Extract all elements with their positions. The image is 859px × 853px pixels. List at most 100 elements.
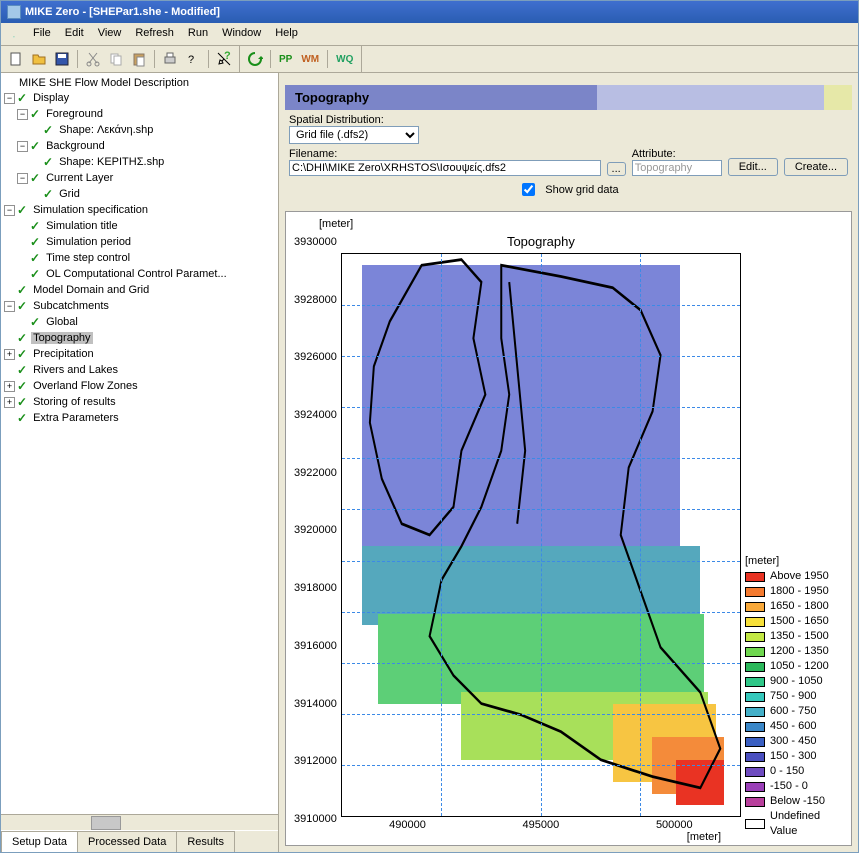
tree-global[interactable]: Global xyxy=(44,316,80,328)
svg-text:?: ? xyxy=(224,51,231,62)
tree-subcatch[interactable]: Subcatchments xyxy=(31,300,111,312)
paste-button[interactable] xyxy=(128,48,150,70)
tree-sim-title[interactable]: Simulation title xyxy=(44,220,120,232)
tree-background[interactable]: Background xyxy=(44,140,107,152)
refresh-icon[interactable] xyxy=(244,48,266,70)
edit-button[interactable]: Edit... xyxy=(728,158,778,176)
header-stripe-end xyxy=(824,85,852,110)
filename-label: Filename: xyxy=(289,148,337,160)
tree-topography[interactable]: Topography xyxy=(31,332,93,344)
legend-item: 750 - 900 xyxy=(745,689,849,704)
menu-help[interactable]: Help xyxy=(269,25,304,43)
tab-results[interactable]: Results xyxy=(176,831,235,852)
attribute-label: Attribute: xyxy=(632,148,676,160)
spatial-dist-label: Spatial Distribution: xyxy=(289,114,384,126)
open-button[interactable] xyxy=(28,48,50,70)
chart-title: Topography xyxy=(341,234,741,249)
legend-item: Above 1950 xyxy=(745,569,849,584)
tree-sim-spec[interactable]: Simulation specification xyxy=(31,204,150,216)
expand-icon[interactable]: + xyxy=(4,349,15,360)
menu-edit[interactable]: Edit xyxy=(59,25,90,43)
browse-button[interactable]: ... xyxy=(607,162,626,176)
cut-button[interactable] xyxy=(82,48,104,70)
legend: [meter] Above 19501800 - 19501650 - 1800… xyxy=(741,218,849,843)
wq-button[interactable]: WQ xyxy=(332,52,357,67)
legend-item: 1350 - 1500 xyxy=(745,629,849,644)
tree-model-domain[interactable]: Model Domain and Grid xyxy=(31,284,151,296)
tree-grid[interactable]: Grid xyxy=(57,188,82,200)
tree-time-step[interactable]: Time step control xyxy=(44,252,132,264)
legend-item: Undefined Value xyxy=(745,809,849,839)
plot-canvas xyxy=(341,253,741,817)
tree-sim-period[interactable]: Simulation period xyxy=(44,236,133,248)
tree-foreground[interactable]: Foreground xyxy=(44,108,105,120)
panel-title: Topography xyxy=(285,85,597,110)
print-button[interactable] xyxy=(159,48,181,70)
tree-view[interactable]: MIKE SHE Flow Model Description −✓Displa… xyxy=(1,73,278,814)
copy-button[interactable] xyxy=(105,48,127,70)
legend-item: Below -150 xyxy=(745,794,849,809)
filename-input[interactable] xyxy=(289,160,601,176)
tab-setup-data[interactable]: Setup Data xyxy=(1,831,78,852)
toolbar-standard: ? ? xyxy=(1,46,240,72)
y-axis: 3930000392800039260003924000392200039200… xyxy=(294,234,341,843)
expand-icon[interactable]: − xyxy=(4,205,15,216)
legend-item: 600 - 750 xyxy=(745,704,849,719)
legend-item: 1050 - 1200 xyxy=(745,659,849,674)
show-grid-label: Show grid data xyxy=(545,184,618,196)
tree-current-layer[interactable]: Current Layer xyxy=(44,172,115,184)
expand-icon[interactable]: − xyxy=(17,173,28,184)
chart-area: [meter] 39300003928000392600039240003922… xyxy=(285,211,852,846)
header-stripe xyxy=(597,85,824,110)
legend-item: 450 - 600 xyxy=(745,719,849,734)
legend-item: 0 - 150 xyxy=(745,764,849,779)
legend-item: 1800 - 1950 xyxy=(745,584,849,599)
doc-icon xyxy=(7,27,21,41)
legend-item: 1500 - 1650 xyxy=(745,614,849,629)
y-axis-unit: [meter] xyxy=(294,218,741,230)
wm-button[interactable]: WM xyxy=(297,52,323,67)
menu-window[interactable]: Window xyxy=(216,25,267,43)
expand-icon[interactable]: + xyxy=(4,381,15,392)
menu-view[interactable]: View xyxy=(92,25,128,43)
help-context-button[interactable]: ? xyxy=(182,48,204,70)
menu-refresh[interactable]: Refresh xyxy=(129,25,180,43)
tab-processed-data[interactable]: Processed Data xyxy=(77,831,177,852)
titlebar: MIKE Zero - [SHEPar1.she - Modified] xyxy=(1,1,858,23)
toolbar-sim: PP WM WQ xyxy=(240,46,362,72)
expand-icon[interactable]: − xyxy=(4,301,15,312)
legend-item: 150 - 300 xyxy=(745,749,849,764)
legend-title: [meter] xyxy=(745,555,849,567)
tree-root[interactable]: MIKE SHE Flow Model Description xyxy=(17,77,191,89)
expand-icon[interactable]: − xyxy=(17,141,28,152)
tree-bg-shape[interactable]: Shape: ΚΕΡΙΤΗΣ.shp xyxy=(57,156,166,168)
legend-item: 300 - 450 xyxy=(745,734,849,749)
show-grid-checkbox[interactable] xyxy=(522,183,535,196)
tree-display[interactable]: Display xyxy=(31,92,71,104)
attribute-input xyxy=(632,160,722,176)
tree-extra[interactable]: Extra Parameters xyxy=(31,412,121,424)
pp-button[interactable]: PP xyxy=(275,52,296,67)
tree-rivers[interactable]: Rivers and Lakes xyxy=(31,364,120,376)
menu-file[interactable]: File xyxy=(27,25,57,43)
tree-ol-comp[interactable]: OL Computational Control Paramet... xyxy=(44,268,229,280)
h-scrollbar[interactable] xyxy=(1,814,278,830)
expand-icon[interactable]: + xyxy=(4,397,15,408)
expand-icon[interactable]: − xyxy=(4,93,15,104)
new-button[interactable] xyxy=(5,48,27,70)
save-button[interactable] xyxy=(51,48,73,70)
menu-run[interactable]: Run xyxy=(182,25,214,43)
tree-fg-shape[interactable]: Shape: Λεκάνη.shp xyxy=(57,124,155,136)
window-title: MIKE Zero - [SHEPar1.she - Modified] xyxy=(25,6,220,18)
tree-storing[interactable]: Storing of results xyxy=(31,396,118,408)
tree-precip[interactable]: Precipitation xyxy=(31,348,96,360)
spatial-dist-select[interactable]: Grid file (.dfs2) xyxy=(289,126,419,144)
expand-icon[interactable]: − xyxy=(17,109,28,120)
app-icon xyxy=(7,5,21,19)
x-axis: 490000495000500000 xyxy=(341,817,741,831)
create-button[interactable]: Create... xyxy=(784,158,848,176)
legend-item: -150 - 0 xyxy=(745,779,849,794)
legend-item: 1200 - 1350 xyxy=(745,644,849,659)
whatsthis-button[interactable]: ? xyxy=(213,48,235,70)
tree-overland[interactable]: Overland Flow Zones xyxy=(31,380,140,392)
